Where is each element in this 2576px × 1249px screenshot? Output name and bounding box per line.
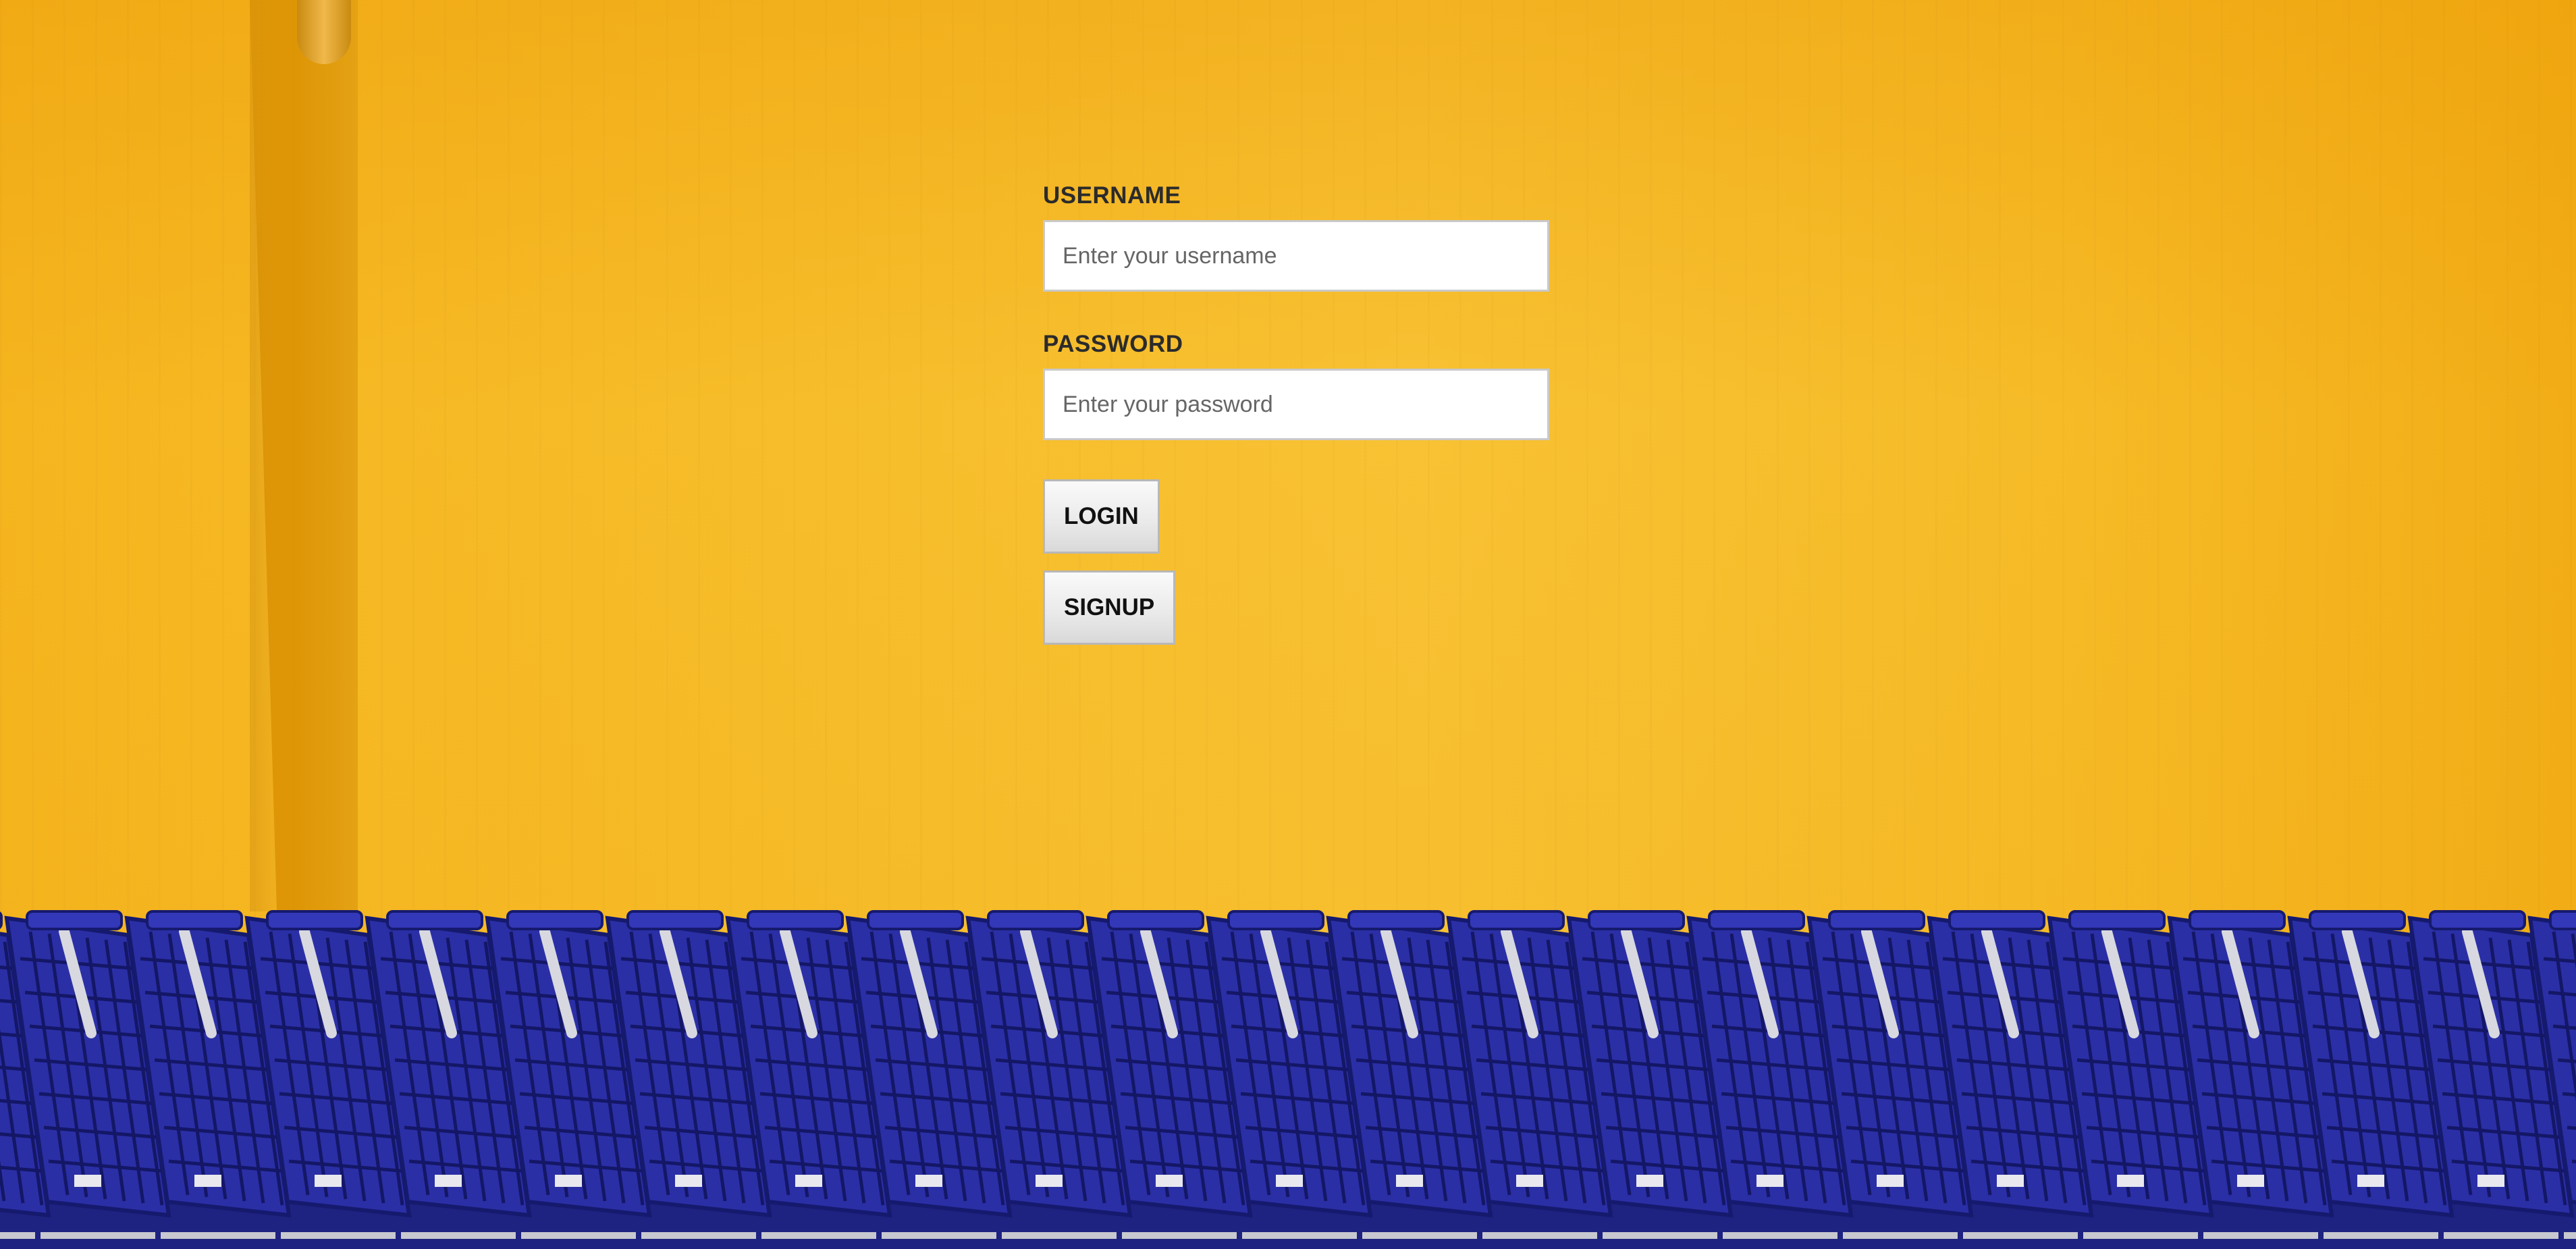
password-label: PASSWORD [1043, 331, 1183, 357]
password-input[interactable] [1043, 369, 1549, 440]
shopping-carts-illustration [0, 910, 2576, 1249]
background-pipe [297, 0, 351, 64]
username-label: USERNAME [1043, 182, 1181, 209]
background-shopping-carts-image [0, 898, 2576, 1249]
username-field-group: USERNAME [1043, 182, 1549, 292]
background-pillar-shadow [250, 0, 290, 911]
login-page: USERNAME PASSWORD LOGIN SIGNUP [0, 0, 2576, 1249]
username-input[interactable] [1043, 220, 1549, 292]
password-field-group: PASSWORD [1043, 331, 1549, 440]
login-button[interactable]: LOGIN [1043, 479, 1160, 554]
login-form: USERNAME PASSWORD LOGIN SIGNUP [1043, 182, 1549, 662]
signup-button[interactable]: SIGNUP [1043, 570, 1176, 645]
